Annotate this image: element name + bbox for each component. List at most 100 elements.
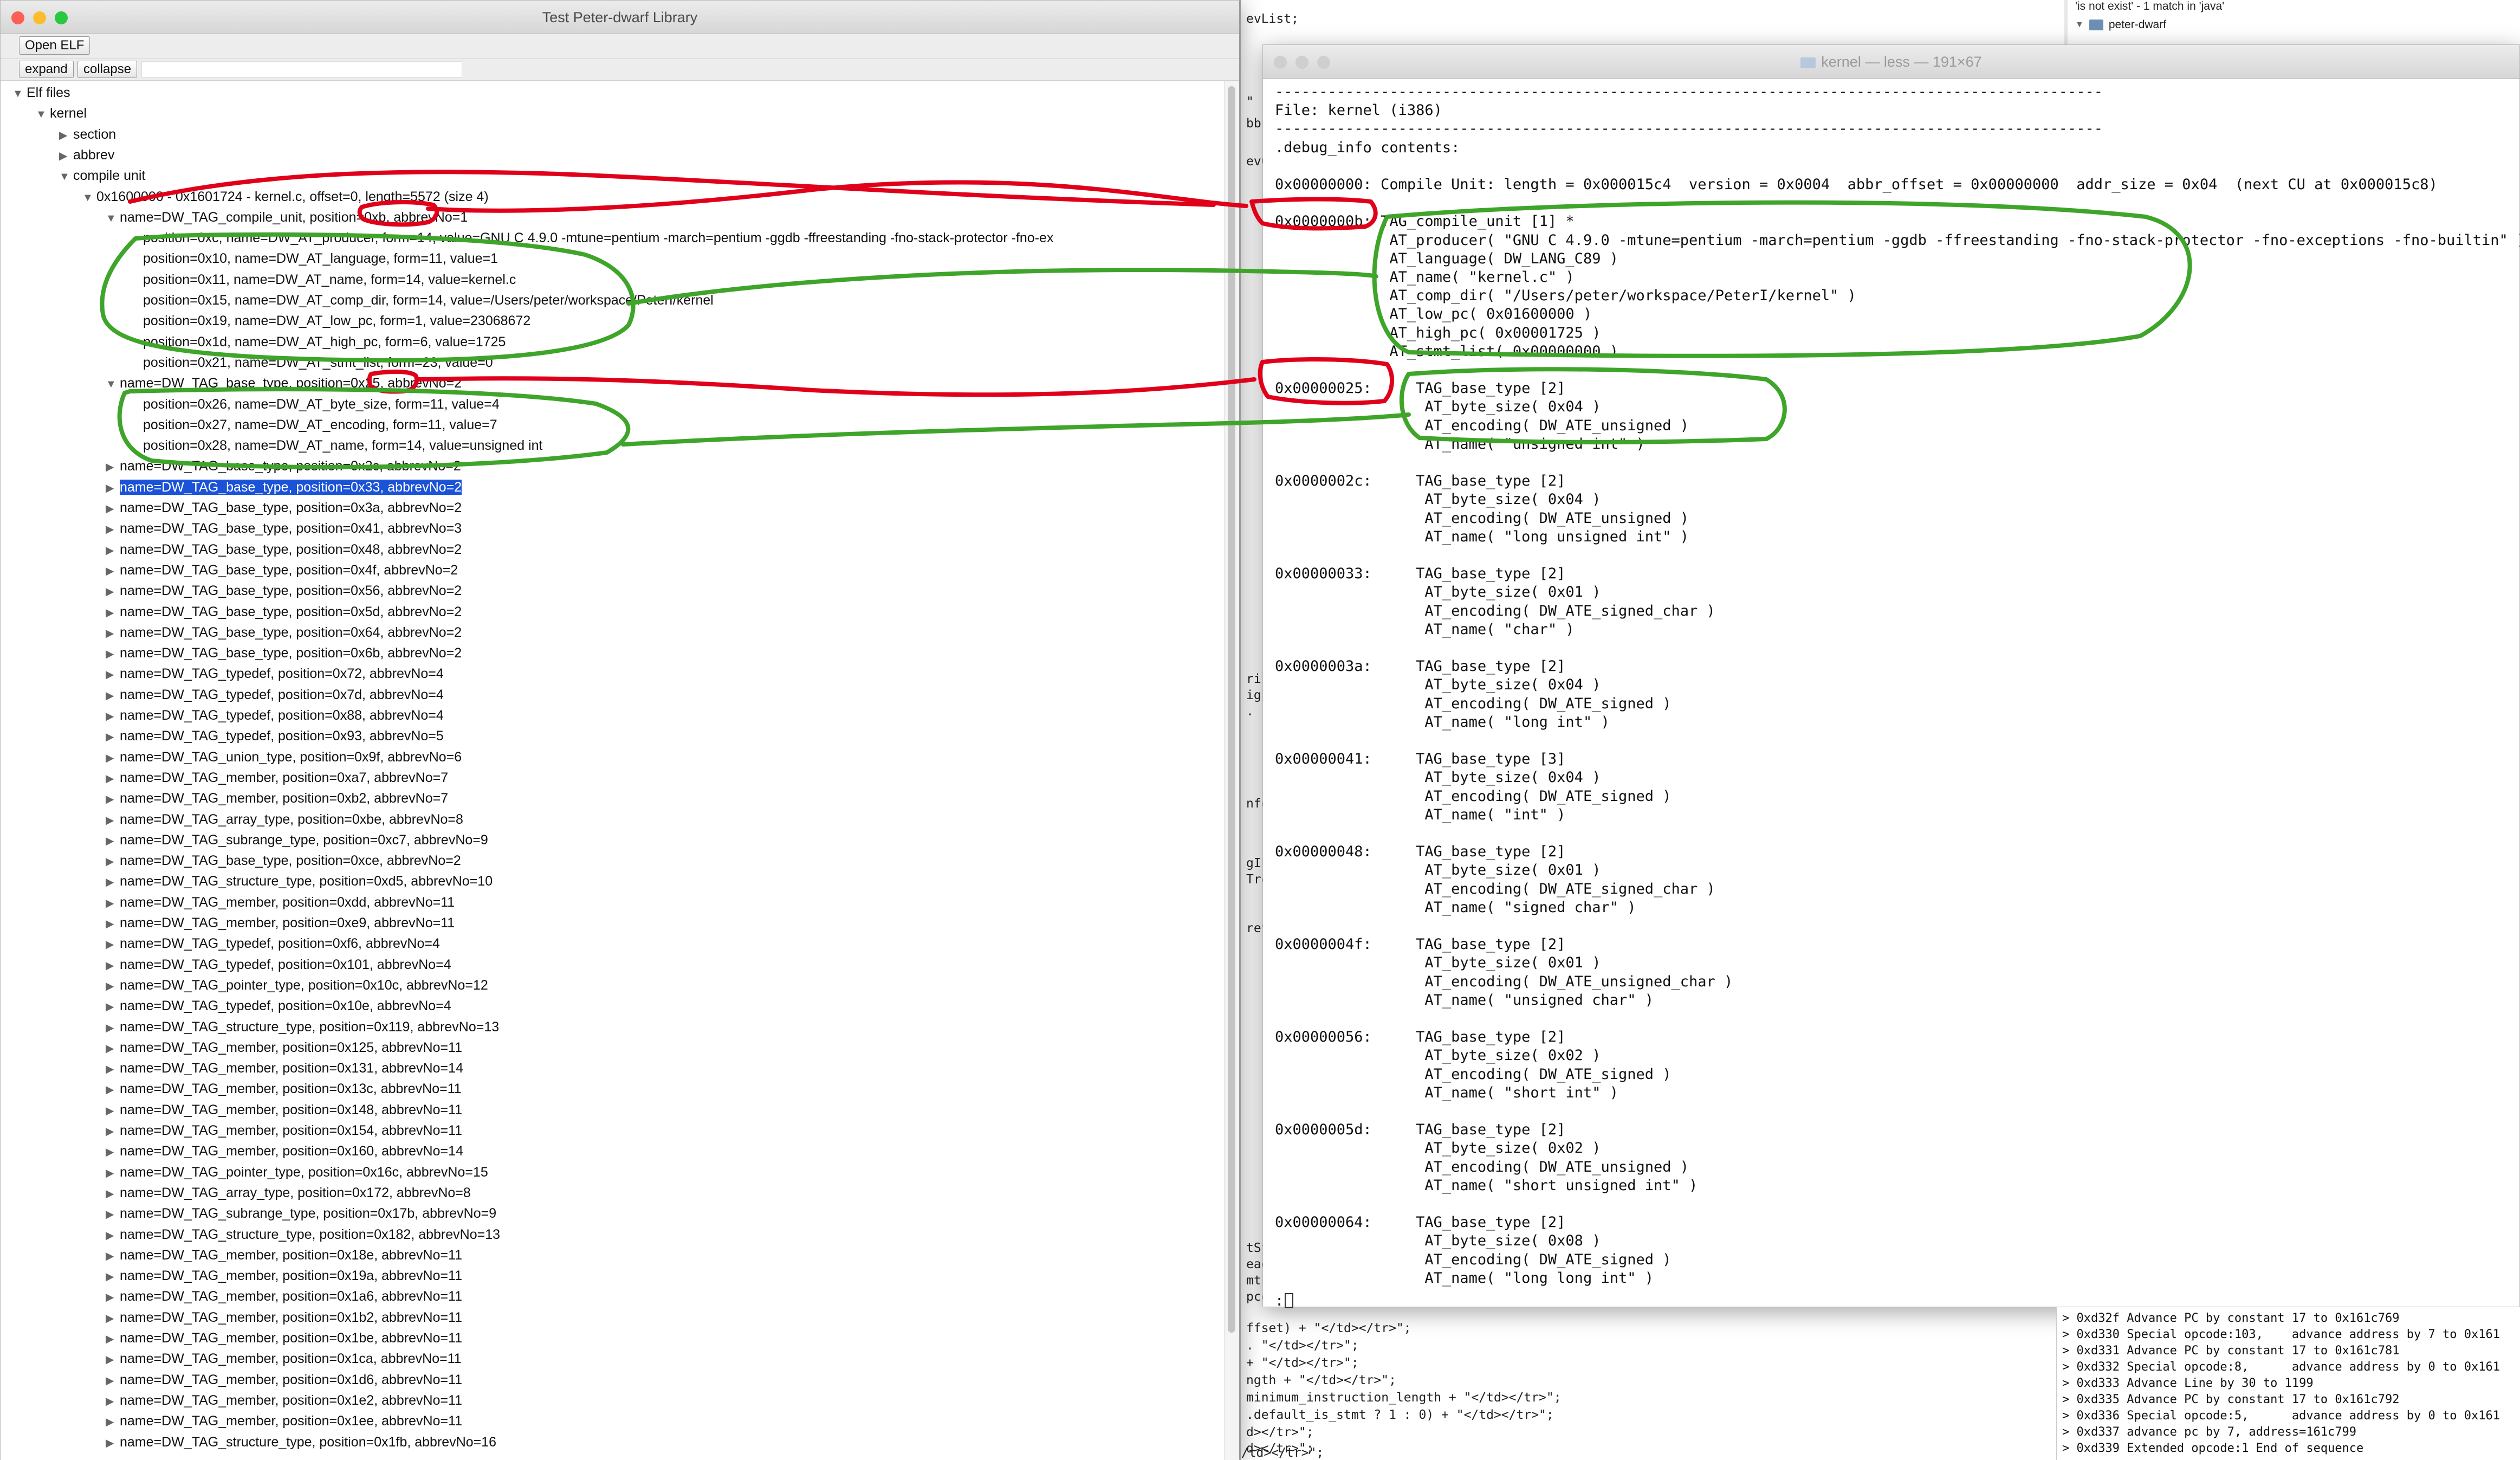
- tree-node[interactable]: ▶ name=DW_TAG_member, position=0x1e2, abb…: [106, 1391, 462, 1410]
- chevron-right-icon[interactable]: ▶: [106, 707, 120, 726]
- tree-node[interactable]: ▶ name=DW_TAG_typedef, position=0x93, abb…: [106, 726, 444, 746]
- tree-node[interactable]: ▶ name=DW_TAG_member, position=0x148, abb…: [106, 1100, 462, 1120]
- chevron-right-icon[interactable]: ▶: [106, 1205, 120, 1224]
- tree-node[interactable]: ▶ name=DW_TAG_member, position=0x1ca, abb…: [106, 1349, 462, 1368]
- tree-node[interactable]: ▶ name=DW_TAG_typedef, position=0x10e, ab…: [106, 996, 451, 1016]
- tree-node[interactable]: ▶ name=DW_TAG_member, position=0xa7, abbr…: [106, 768, 448, 787]
- tree-node[interactable]: position=0x1d, name=DW_AT_high_pc, form=…: [129, 332, 506, 352]
- tree-node[interactable]: ▶ name=DW_TAG_base_type, position=0x48, a…: [106, 540, 462, 559]
- tree-node[interactable]: position=0x11, name=DW_AT_name, form=14,…: [129, 270, 516, 289]
- chevron-right-icon[interactable]: ▶: [106, 831, 120, 851]
- tree-node[interactable]: ▶ name=DW_TAG_subrange_type, position=0xc…: [106, 830, 488, 850]
- tree-node[interactable]: ▶ name=DW_TAG_member, position=0x19a, abb…: [106, 1266, 462, 1285]
- chevron-right-icon[interactable]: ▶: [106, 1433, 120, 1453]
- tree-node[interactable]: ▶ name=DW_TAG_member, position=0x1a6, abb…: [106, 1287, 462, 1306]
- tree-node[interactable]: ▶ name=DW_TAG_member, position=0xe9, abbr…: [106, 913, 455, 933]
- tree-node[interactable]: ▶ name=DW_TAG_typedef, position=0x101, ab…: [106, 955, 451, 974]
- tree-node[interactable]: ▶ name=DW_TAG_base_type, position=0x64, a…: [106, 623, 462, 642]
- chevron-right-icon[interactable]: ▶: [106, 1309, 120, 1328]
- tree-node[interactable]: ▶ name=DW_TAG_typedef, position=0xf6, abb…: [106, 934, 440, 953]
- chevron-right-icon[interactable]: ▶: [106, 1371, 120, 1391]
- tree-node[interactable]: position=0x26, name=DW_AT_byte_size, for…: [129, 395, 500, 414]
- tree-node[interactable]: ▶ name=DW_TAG_typedef, position=0x7d, abb…: [106, 685, 444, 705]
- tree-node[interactable]: ▶ name=DW_TAG_base_type, position=0x41, a…: [106, 519, 462, 538]
- chevron-right-icon[interactable]: ▶: [106, 769, 120, 789]
- chevron-right-icon[interactable]: ▶: [106, 1142, 120, 1162]
- chevron-right-icon[interactable]: ▶: [106, 1184, 120, 1204]
- tree-node[interactable]: position=0x21, name=DW_AT_stmt_list, for…: [129, 353, 493, 372]
- chevron-right-icon[interactable]: ▶: [106, 935, 120, 954]
- chevron-right-icon[interactable]: ▶: [106, 1329, 120, 1349]
- tree-node[interactable]: position=0x19, name=DW_AT_low_pc, form=1…: [129, 311, 530, 331]
- filter-field[interactable]: [141, 61, 462, 77]
- tree-node[interactable]: position=0x27, name=DW_AT_encoding, form…: [129, 415, 497, 435]
- chevron-right-icon[interactable]: ▶: [59, 126, 73, 145]
- chevron-right-icon[interactable]: ▶: [106, 665, 120, 684]
- chevron-right-icon[interactable]: ▶: [106, 727, 120, 747]
- tree-node[interactable]: ▼ name=DW_TAG_base_type, position=0x25, a…: [106, 373, 462, 393]
- tree-node[interactable]: ▶ section: [59, 125, 116, 144]
- tree-node[interactable]: ▶ name=DW_TAG_structure_type, position=0x…: [106, 1017, 499, 1037]
- tree-node[interactable]: ▼ name=DW_TAG_compile_unit, position=0xb,…: [106, 208, 468, 227]
- chevron-right-icon[interactable]: ▶: [106, 1226, 120, 1245]
- chevron-right-icon[interactable]: ▶: [106, 977, 120, 996]
- tree-node[interactable]: ▶ name=DW_TAG_base_type, position=0xce, a…: [106, 851, 461, 870]
- chevron-right-icon[interactable]: ▶: [106, 561, 120, 581]
- chevron-right-icon[interactable]: ▶: [106, 852, 120, 871]
- tree-node[interactable]: ▶ name=DW_TAG_subrange_type, position=0x1…: [106, 1204, 496, 1223]
- chevron-right-icon[interactable]: ▶: [106, 1101, 120, 1121]
- tree-node[interactable]: ▶ name=DW_TAG_member, position=0x1b2, abb…: [106, 1308, 462, 1327]
- tree-node[interactable]: ▶ name=DW_TAG_member, position=0x18e, abb…: [106, 1245, 462, 1265]
- tree-node[interactable]: ▶ name=DW_TAG_member, position=0x1ee, abb…: [106, 1411, 462, 1431]
- chevron-right-icon[interactable]: ▶: [106, 1288, 120, 1307]
- tree-node[interactable]: ▶ name=DW_TAG_base_type, position=0x4f, a…: [106, 560, 458, 580]
- collapse-button[interactable]: collapse: [77, 61, 138, 78]
- tree-node[interactable]: ▶ name=DW_TAG_base_type, position=0x3a, a…: [106, 498, 462, 518]
- tree-node[interactable]: ▶ name=DW_TAG_member, position=0x131, abb…: [106, 1058, 463, 1078]
- tree-node[interactable]: ▶ name=DW_TAG_member, position=0x1d6, abb…: [106, 1370, 462, 1390]
- chevron-down-icon[interactable]: ▼: [106, 374, 120, 394]
- tree-node[interactable]: ▶ name=DW_TAG_member, position=0x125, abb…: [106, 1038, 462, 1057]
- scrollbar-thumb[interactable]: [1228, 86, 1235, 1333]
- chevron-right-icon[interactable]: ▶: [106, 1392, 120, 1411]
- tree-node[interactable]: position=0x10, name=DW_AT_language, form…: [129, 249, 498, 268]
- chevron-right-icon[interactable]: ▶: [59, 146, 73, 166]
- tree-node[interactable]: ▶ name=DW_TAG_typedef, position=0x72, abb…: [106, 664, 444, 683]
- tree-node[interactable]: ▶ abbrev: [59, 145, 114, 165]
- tree-node[interactable]: ▶ name=DW_TAG_array_type, position=0xbe, …: [106, 810, 463, 829]
- chevron-down-icon[interactable]: ▼: [36, 105, 50, 124]
- chevron-down-icon[interactable]: ▼: [82, 188, 96, 208]
- open-elf-button[interactable]: Open ELF: [19, 36, 90, 55]
- chevron-right-icon[interactable]: ▶: [106, 811, 120, 830]
- chevron-right-icon[interactable]: ▶: [106, 499, 120, 519]
- chevron-right-icon[interactable]: ▶: [106, 1246, 120, 1266]
- chevron-right-icon[interactable]: ▶: [106, 894, 120, 913]
- chevron-down-icon[interactable]: ▼: [106, 209, 120, 228]
- vertical-scrollbar[interactable]: [1224, 81, 1239, 1460]
- tree-node[interactable]: ▶ name=DW_TAG_base_type, position=0x33, a…: [106, 477, 462, 497]
- tree-node[interactable]: ▼ kernel: [36, 104, 87, 123]
- chevron-right-icon[interactable]: ▶: [106, 1164, 120, 1183]
- tree-node[interactable]: ▶ name=DW_TAG_member, position=0x160, abb…: [106, 1141, 463, 1161]
- tree-node[interactable]: ▶ name=DW_TAG_structure_type, position=0x…: [106, 1432, 496, 1452]
- chevron-right-icon[interactable]: ▶: [106, 914, 120, 934]
- tree-node[interactable]: ▶ name=DW_TAG_base_type, position=0x5d, a…: [106, 602, 462, 622]
- chevron-down-icon[interactable]: ▼: [59, 167, 73, 186]
- chevron-right-icon[interactable]: ▶: [106, 520, 120, 539]
- project-node[interactable]: ▼ peter-dwarf: [2075, 18, 2166, 31]
- tree-node[interactable]: ▶ name=DW_TAG_member, position=0xdd, abbr…: [106, 893, 455, 912]
- chevron-right-icon[interactable]: ▶: [106, 541, 120, 560]
- tree-node[interactable]: position=0xc, name=DW_AT_producer, form=…: [129, 228, 1053, 248]
- elf-tree[interactable]: ▼ Elf files ▼ kernel ▶ section ▶ abbrev ▼ compile…: [1, 81, 1225, 1460]
- tree-node[interactable]: ▼ Elf files: [12, 83, 70, 102]
- chevron-right-icon[interactable]: ▶: [106, 956, 120, 976]
- chevron-right-icon[interactable]: ▶: [106, 1060, 120, 1079]
- tree-node[interactable]: position=0x28, name=DW_AT_name, form=14,…: [129, 436, 542, 455]
- tree-node[interactable]: ▶ name=DW_TAG_member, position=0xb2, abbr…: [106, 789, 448, 808]
- chevron-right-icon[interactable]: ▶: [106, 748, 120, 768]
- chevron-right-icon[interactable]: ▶: [106, 1122, 120, 1141]
- chevron-right-icon[interactable]: ▶: [106, 686, 120, 706]
- chevron-right-icon[interactable]: ▶: [106, 479, 120, 498]
- chevron-right-icon[interactable]: ▶: [106, 603, 120, 623]
- chevron-right-icon[interactable]: ▶: [106, 997, 120, 1017]
